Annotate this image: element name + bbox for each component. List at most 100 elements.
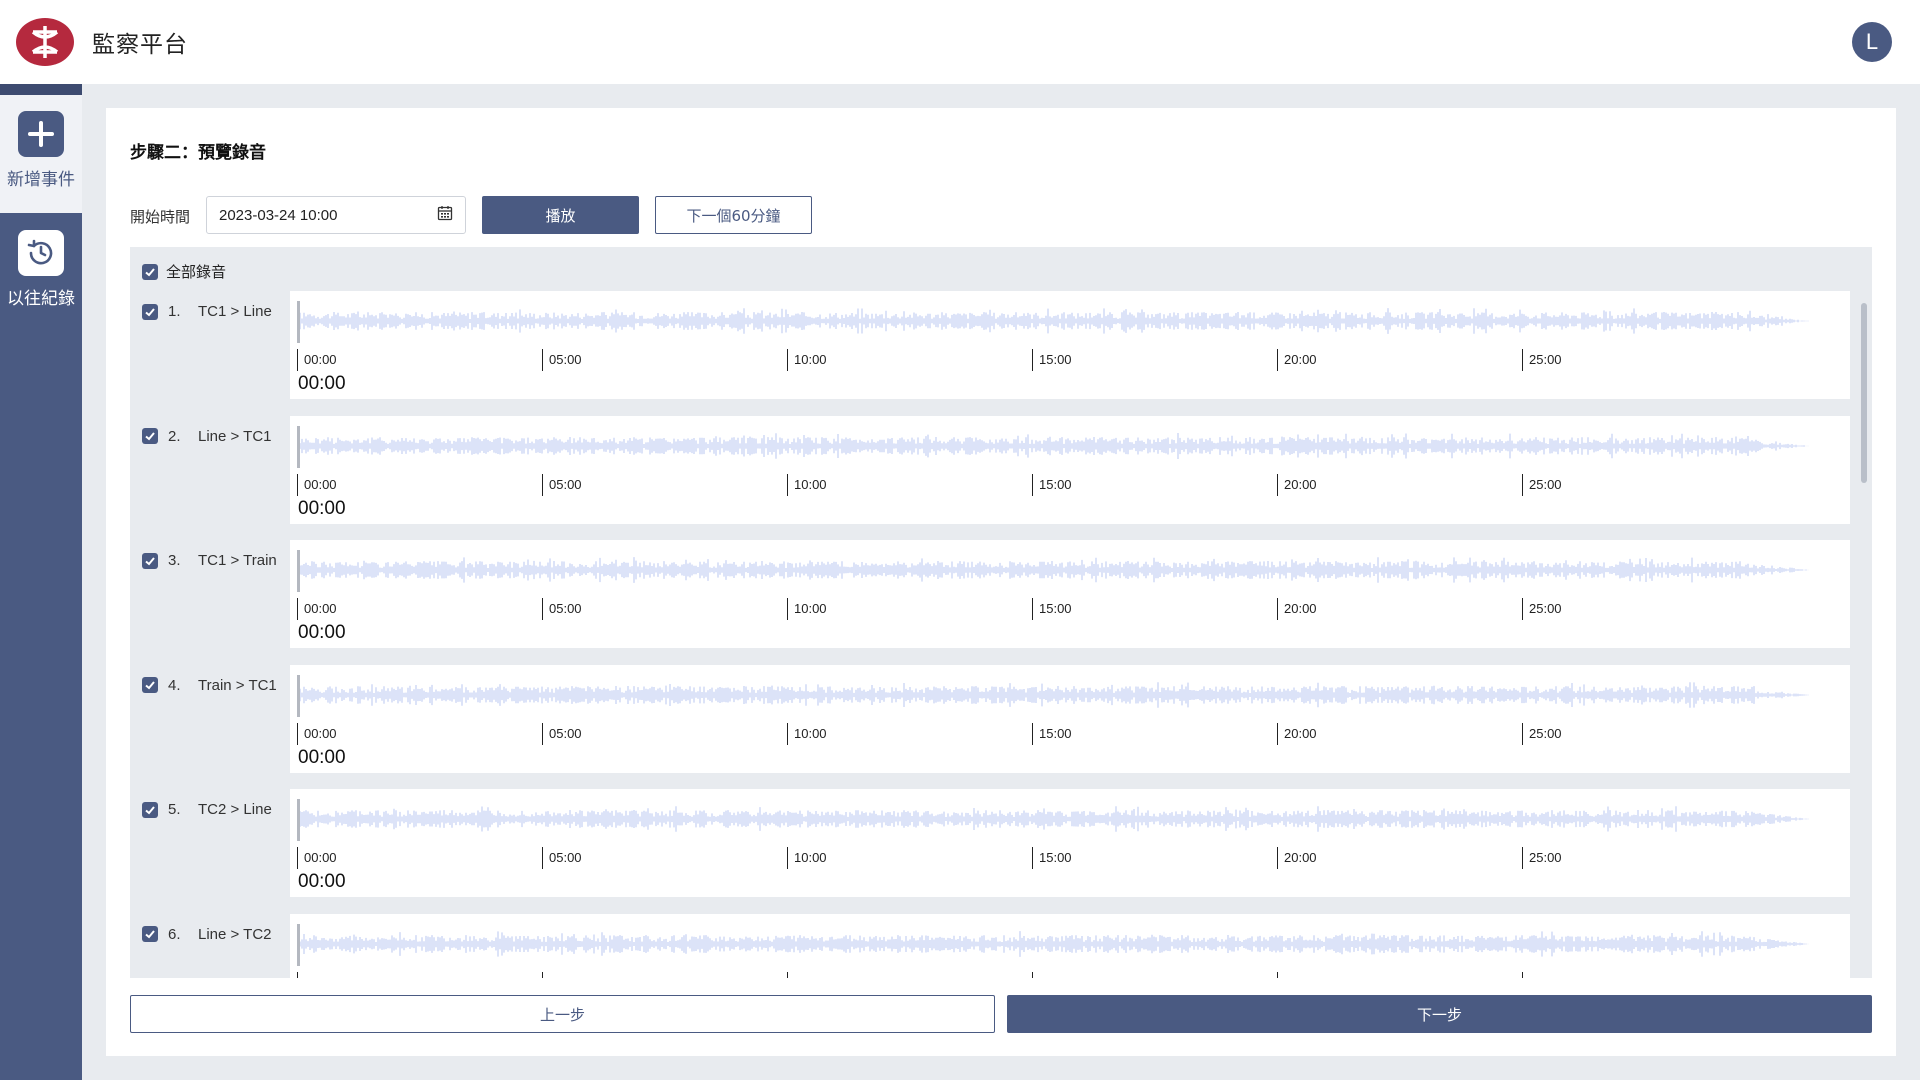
waveform-player[interactable]: 00:0005:0010:0015:0020:0025:0000:00 [290, 540, 1850, 648]
timeline-tick: 20:00 [1277, 847, 1317, 869]
waveform-player[interactable]: 00:0005:0010:0015:0020:0025:0000:00 [290, 789, 1850, 897]
track-checkbox[interactable] [142, 677, 158, 693]
playhead-marker [297, 799, 300, 841]
timeline-tick: 10:00 [787, 971, 827, 978]
waveform-graphic[interactable] [290, 291, 1850, 351]
calendar-icon[interactable] [437, 205, 453, 225]
timeline-tick: 15:00 [1032, 349, 1072, 371]
timeline-tick: 20:00 [1277, 971, 1317, 978]
timeline-tick: 05:00 [542, 349, 582, 371]
start-time-value: 2023-03-24 10:00 [219, 206, 338, 224]
current-time: 00:00 [298, 871, 346, 892]
timeline-tick: 20:00 [1277, 598, 1317, 620]
timeline-tick: 00:00 [297, 722, 337, 745]
timeline-tick: 05:00 [542, 598, 582, 620]
scrollbar-thumb[interactable] [1861, 303, 1867, 483]
timeline-tick: 00:00 [297, 473, 337, 496]
waveform-path [299, 806, 1809, 832]
playhead-marker [297, 301, 300, 343]
track-checkbox[interactable] [142, 926, 158, 942]
recordings-panel: 全部錄音 1. TC1 > Line 00:00 05:00 10:00 15:00 20:… [130, 247, 1872, 978]
track-checkbox[interactable] [142, 428, 158, 444]
timeline-tick: 00:00 [297, 971, 337, 978]
timeline-tick: 20:00 [1277, 473, 1317, 496]
waveform-graphic[interactable] [290, 914, 1850, 974]
timeline-tick: 25:00 [1522, 598, 1562, 620]
sidebar-item-history[interactable]: 以往紀錄 [0, 214, 82, 332]
playhead-marker [297, 425, 300, 468]
sidebar-item-label: 新增事件 [7, 170, 75, 190]
timeline-tick: 25:00 [1522, 349, 1562, 371]
track-name: TC2 > Line [198, 801, 272, 818]
track-row: 4. Train > TC1 00:00 05:00 10:00 15:00 20:00 25… [130, 664, 1850, 787]
timeline-tick: 05:00 [542, 722, 582, 745]
track-header: 4. Train > TC1 [142, 677, 277, 694]
track-checkbox[interactable] [142, 801, 158, 818]
waveform-graphic[interactable] [290, 540, 1850, 600]
current-time: 00:00 [298, 373, 346, 394]
next-step-button[interactable]: 下一步 [1007, 995, 1872, 1033]
timeline-tick: 25:00 [1522, 473, 1562, 496]
timeline-tick: 05:00 [542, 971, 582, 978]
track-header: 6. Line > TC2 [142, 926, 272, 943]
timeline-tick: 05:00 [542, 473, 582, 496]
sidebar: 新增事件 以往紀錄 [0, 84, 82, 1080]
playhead-marker [297, 550, 300, 592]
current-time: 00:00 [298, 497, 346, 519]
next-60-minutes-button[interactable]: 下一個60分鐘 [655, 196, 812, 234]
timeline-tick: 10:00 [787, 847, 827, 869]
track-name: Line > TC1 [198, 427, 272, 445]
timeline-tick: 15:00 [1032, 473, 1072, 496]
track-checkbox[interactable] [142, 552, 158, 569]
timeline-tick: 00:00 [297, 847, 337, 869]
top-bar: 監察平台 L [0, 0, 1920, 84]
previous-step-button[interactable]: 上一步 [130, 995, 995, 1033]
timeline-tick: 20:00 [1277, 349, 1317, 371]
track-number: 2. [168, 427, 181, 445]
waveform-player[interactable]: 00:0005:0010:0015:0020:0025:0000:00 [290, 664, 1850, 773]
sidebar-accent [0, 84, 82, 95]
page-title: 步驟二：預覽錄音 [130, 143, 266, 163]
user-avatar[interactable]: L [1852, 22, 1892, 62]
track-header: 5. TC2 > Line [142, 801, 272, 818]
select-all-label: 全部錄音 [166, 263, 227, 281]
app-title: 監察平台 [92, 32, 188, 58]
playhead-marker [297, 923, 300, 966]
waveform-graphic[interactable] [290, 665, 1850, 725]
select-all-row[interactable]: 全部錄音 [142, 261, 226, 282]
waveform-path [299, 557, 1809, 583]
sidebar-item-new-event[interactable]: 新增事件 [0, 95, 82, 213]
start-time-label: 開始時間 [130, 208, 191, 226]
timeline-tick: 15:00 [1032, 722, 1072, 745]
waveform-player[interactable]: 00:00 05:00 10:00 15:00 20:00 25:00 00:00 [290, 415, 1850, 524]
track-name: Train > TC1 [198, 676, 277, 694]
timeline-tick: 10:00 [787, 473, 827, 496]
select-all-checkbox[interactable] [142, 263, 158, 280]
play-button[interactable]: 播放 [482, 196, 639, 234]
track-number: 5. [168, 801, 181, 818]
waveform-player[interactable]: 00:0005:0010:0015:0020:0025:0000:00 [290, 291, 1850, 399]
track-number: 1. [168, 303, 181, 320]
track-number: 3. [168, 552, 181, 569]
timeline-tick: 15:00 [1032, 598, 1072, 620]
waveform-player[interactable]: 00:0005:0010:0015:0020:0025:0000:00 [290, 913, 1850, 978]
start-time-input[interactable]: 2023-03-24 10:00 [206, 196, 466, 234]
track-name: Line > TC2 [198, 925, 272, 943]
waveform-path [299, 308, 1809, 334]
track-row: 3. TC1 > Train 00:00 05:00 10:00 15:00 20:00 25… [130, 540, 1850, 662]
track-header: 3. TC1 > Train [142, 552, 277, 569]
waveform-graphic[interactable] [290, 416, 1850, 476]
timeline-tick: 25:00 [1522, 722, 1562, 745]
track-checkbox[interactable] [142, 303, 158, 320]
timeline-tick: 00:00 [297, 598, 337, 620]
timeline-tick: 25:00 [1522, 971, 1562, 978]
track-number: 6. [168, 925, 181, 943]
timeline-tick: 10:00 [787, 598, 827, 620]
track-number: 4. [168, 676, 181, 694]
track-row: 1. TC1 > Line 00:00 05:00 10:00 15:00 20:00 25:… [130, 291, 1850, 413]
track-row: 2. Line > TC1 00:00 05:00 10:00 15:00 20:00 25:… [130, 415, 1850, 538]
timeline-tick: 15:00 [1032, 847, 1072, 869]
timeline-tick: 25:00 [1522, 847, 1562, 869]
waveform-path [299, 681, 1809, 708]
waveform-graphic[interactable] [290, 789, 1850, 849]
